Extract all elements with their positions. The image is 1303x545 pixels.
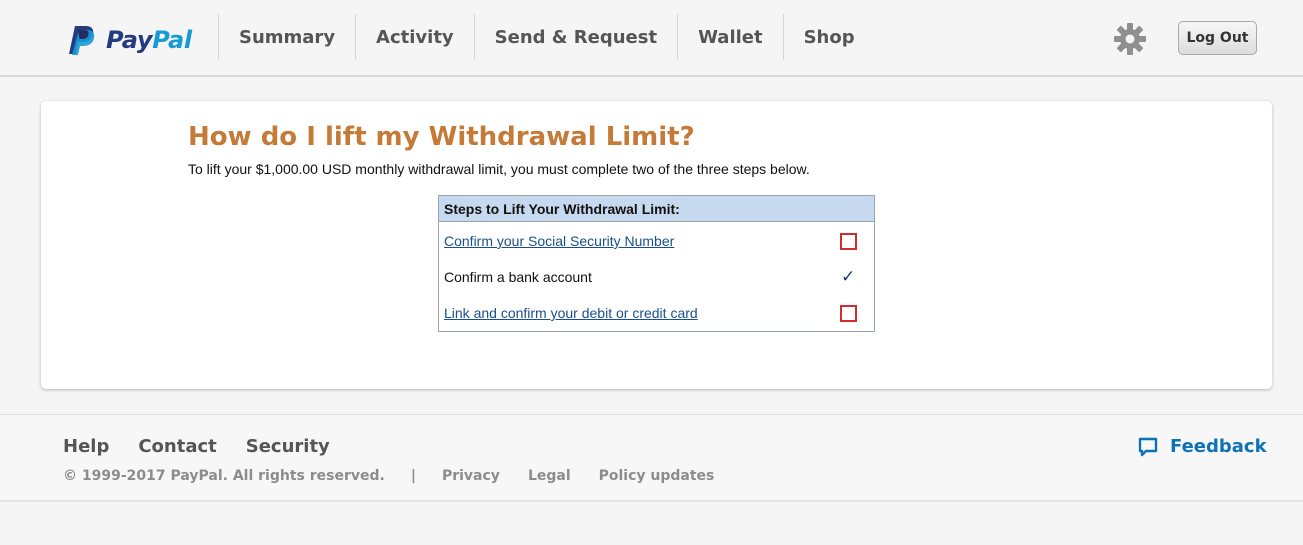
nav-summary[interactable]: Summary	[218, 14, 355, 60]
paypal-logo-icon	[69, 26, 95, 55]
step-row-ssn: Confirm your Social Security Number	[439, 223, 874, 259]
gear-icon[interactable]	[1113, 22, 1147, 56]
footer-links: Help Contact Security	[63, 436, 330, 457]
unchecked-box-icon	[840, 305, 857, 322]
unchecked-box-icon	[840, 233, 857, 250]
footer-security-link[interactable]: Security	[246, 436, 330, 457]
step-row-card: Link and confirm your debit or credit ca…	[439, 295, 874, 331]
legal-row: © 1999-2017 PayPal. All rights reserved.…	[63, 468, 742, 484]
nav-shop[interactable]: Shop	[782, 14, 875, 60]
legal-separator: |	[410, 468, 416, 484]
nav-activity[interactable]: Activity	[355, 14, 474, 60]
paypal-wordmark: PayPal	[106, 26, 192, 54]
privacy-link[interactable]: Privacy	[442, 468, 500, 484]
confirm-bank-label: Confirm a bank account	[444, 269, 592, 285]
footer: Help Contact Security © 1999-2017 PayPal…	[0, 414, 1303, 502]
intro-text: To lift your $1,000.00 USD monthly withd…	[188, 161, 810, 177]
checkmark-icon: ✓	[841, 267, 856, 286]
paypal-logo[interactable]: PayPal	[68, 24, 192, 56]
nav-wallet[interactable]: Wallet	[677, 14, 783, 60]
confirm-ssn-link[interactable]: Confirm your Social Security Number	[444, 233, 674, 249]
logout-button[interactable]: Log Out	[1178, 21, 1257, 55]
legal-link[interactable]: Legal	[528, 468, 571, 484]
feedback-button[interactable]: Feedback	[1138, 436, 1267, 457]
policy-updates-link[interactable]: Policy updates	[599, 468, 715, 484]
steps-table: Steps to Lift Your Withdrawal Limit: Con…	[438, 195, 875, 332]
copyright-text: © 1999-2017 PayPal. All rights reserved.	[63, 468, 385, 484]
logo-pay-text: Pay	[106, 26, 153, 54]
speech-bubble-icon	[1138, 437, 1158, 456]
link-card-link[interactable]: Link and confirm your debit or credit ca…	[444, 305, 698, 321]
feedback-label: Feedback	[1170, 436, 1267, 457]
footer-contact-link[interactable]: Contact	[138, 436, 216, 457]
content-card: How do I lift my Withdrawal Limit? To li…	[41, 101, 1272, 389]
page-title: How do I lift my Withdrawal Limit?	[188, 122, 695, 152]
top-header: PayPal Summary Activity Send & Request W…	[0, 0, 1303, 77]
step-row-bank: Confirm a bank account	[439, 259, 874, 295]
steps-table-header: Steps to Lift Your Withdrawal Limit:	[439, 196, 874, 222]
nav-send-request[interactable]: Send & Request	[473, 14, 677, 60]
footer-help-link[interactable]: Help	[63, 436, 109, 457]
logo-pal-text: Pal	[152, 26, 192, 54]
main-nav: Summary Activity Send & Request Wallet S…	[218, 14, 875, 60]
